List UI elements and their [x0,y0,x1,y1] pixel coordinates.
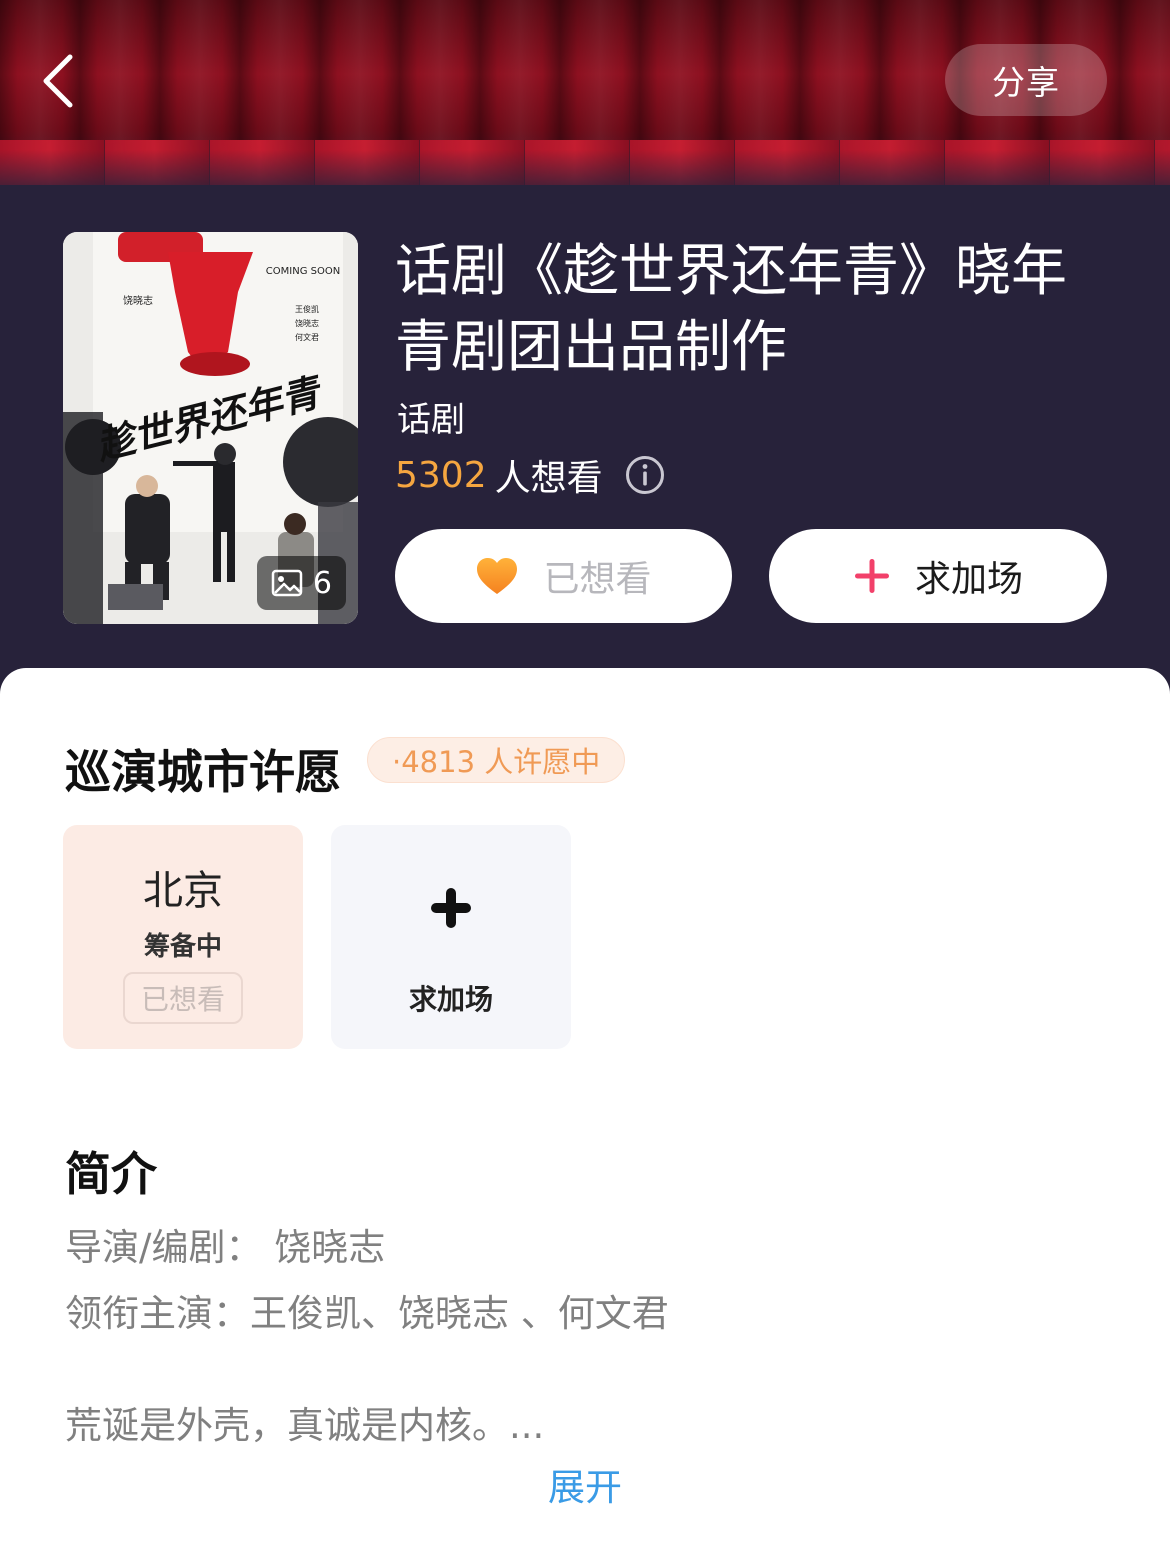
city-card[interactable]: 北京 筹备中 已想看 [63,825,303,1049]
city-status: 筹备中 [143,932,222,962]
want-stats: 5302 人想看 [395,450,665,500]
intro-title: 简介 [65,1147,157,1201]
poster-credit: 饶晓志 [123,294,153,307]
expand-link[interactable]: 展开 [0,1457,1170,1511]
city-name: 北京 [143,868,223,914]
add-show-button-label: 求加场 [914,559,1023,600]
wanted-button-label: 已想看 [543,559,652,600]
poster-cast-3: 何文君 [295,332,319,342]
back-button[interactable] [28,45,88,117]
heart-icon [477,558,518,594]
header: 分享 COMING SOON 饶晓志 王俊凯 饶晓志 何文君 趁世界还年青 6 … [0,0,1170,720]
wish-count-badge: ·4813 人许愿中 [367,737,626,783]
intro-director: 导演/编剧： 饶晓志 [65,1226,386,1269]
wanted-button[interactable]: 已想看 [395,529,732,623]
want-suffix: 人想看 [494,458,603,499]
poster-image-count[interactable]: 6 [256,556,346,610]
tour-wish-title: 巡演城市许愿 [65,745,341,799]
add-show-button[interactable]: 求加场 [769,529,1107,623]
intro-cast: 领衔主演：王俊凯、饶晓志 、何文君 [65,1292,669,1335]
chevron-left-icon [43,54,73,108]
add-city-label: 求加场 [408,983,493,1016]
curtain-fade [0,150,1170,210]
want-count: 5302 [395,454,487,496]
intro-summary: 荒诞是外壳，真诚是内核。... [65,1404,545,1447]
city-wanted-button[interactable]: 已想看 [123,972,243,1024]
show-genre: 话剧 [397,400,465,440]
share-button[interactable]: 分享 [945,44,1107,116]
poster-cast-2: 饶晓志 [295,318,319,328]
plus-icon [431,888,471,928]
plus-icon [854,559,889,593]
add-city-card[interactable]: 求加场 [331,825,571,1049]
poster-coming-soon: COMING SOON [266,266,340,277]
poster-cast-1: 王俊凯 [295,304,319,314]
image-count-value: 6 [312,565,332,601]
show-title: 话剧《趁世界还年青》晓年青剧团出品制作 [395,239,1067,380]
info-icon[interactable] [625,455,665,495]
image-gallery-icon [271,569,303,597]
show-poster[interactable]: COMING SOON 饶晓志 王俊凯 饶晓志 何文君 趁世界还年青 6 [63,232,358,624]
show-detail-page: 分享 COMING SOON 饶晓志 王俊凯 饶晓志 何文君 趁世界还年青 6 … [0,0,1170,1559]
